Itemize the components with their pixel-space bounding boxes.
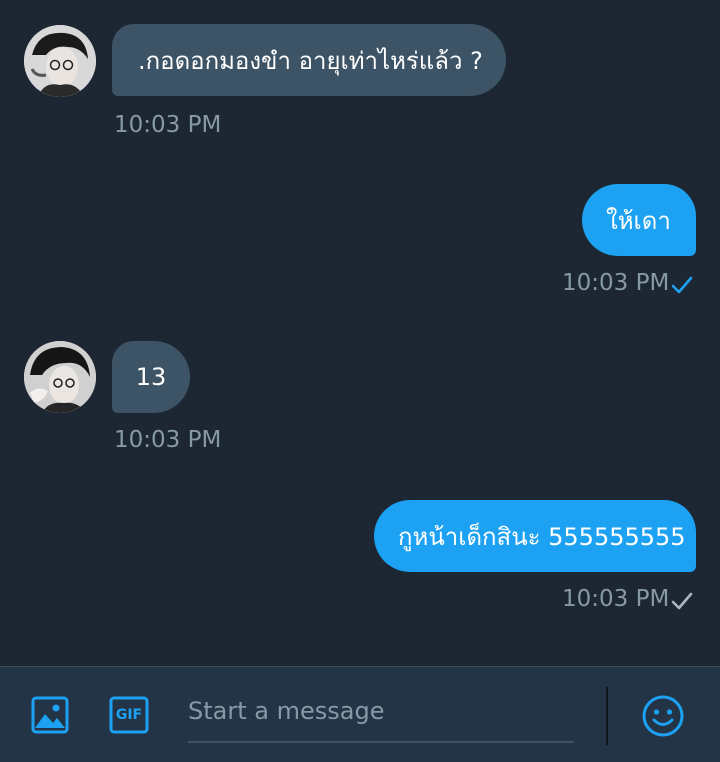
message-bubble-outgoing[interactable]: กูหน้าเด็กสินะ 555555555 — [374, 500, 696, 572]
message-input[interactable] — [188, 689, 574, 733]
composer-divider — [606, 687, 608, 745]
add-image-button[interactable] — [28, 693, 72, 737]
image-icon — [31, 696, 69, 734]
message-text: กูหน้าเด็กสินะ 555555555 — [398, 522, 686, 551]
add-gif-button[interactable]: GIF — [106, 693, 152, 737]
dm-conversation: .กอดอกมองขำ อายุเท่าไหร่แล้ว ? 10:03 PM … — [0, 0, 720, 762]
gif-label: GIF — [115, 707, 143, 723]
message-timestamp: 10:03 PM — [114, 112, 222, 138]
message-text: .กอดอกมองขำ อายุเท่าไหร่แล้ว ? — [138, 46, 483, 75]
message-timestamp: 10:03 PM — [562, 586, 670, 612]
message-timestamp: 10:03 PM — [562, 270, 670, 296]
sent-check-icon — [671, 592, 693, 610]
message-thread[interactable]: .กอดอกมองขำ อายุเท่าไหร่แล้ว ? 10:03 PM … — [0, 0, 720, 666]
message-timestamp: 10:03 PM — [114, 427, 222, 453]
message-bubble-outgoing[interactable]: ให้เดา — [582, 184, 696, 256]
emoji-icon — [642, 695, 684, 737]
message-text: 13 — [135, 363, 167, 391]
message-text: ให้เดา — [606, 206, 671, 235]
message-input-wrapper — [188, 689, 574, 743]
message-bubble-incoming[interactable]: 13 — [112, 341, 190, 413]
avatar[interactable] — [24, 341, 96, 413]
avatar[interactable] — [24, 25, 96, 97]
emoji-button[interactable] — [640, 693, 686, 739]
message-composer: GIF — [0, 666, 720, 762]
read-check-icon — [671, 276, 693, 294]
message-bubble-incoming[interactable]: .กอดอกมองขำ อายุเท่าไหร่แล้ว ? — [112, 24, 506, 96]
